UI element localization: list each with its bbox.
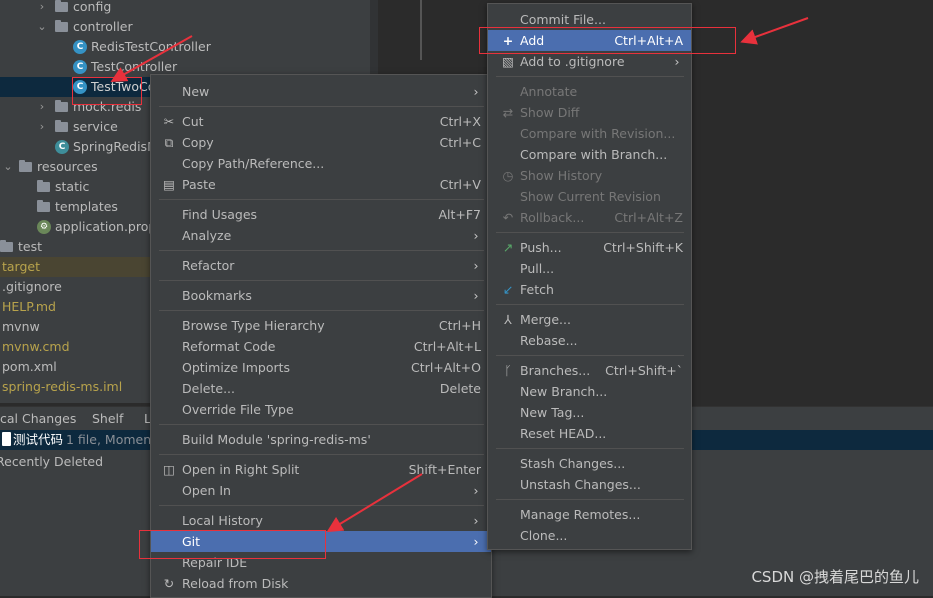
annotation-arrows	[110, 17, 809, 533]
annotation-arrow-file	[110, 35, 193, 82]
watermark: CSDN @拽着尾巴的鱼儿	[751, 568, 919, 586]
annotation-arrow-add	[740, 17, 809, 45]
annotation-arrow-git	[326, 473, 423, 533]
